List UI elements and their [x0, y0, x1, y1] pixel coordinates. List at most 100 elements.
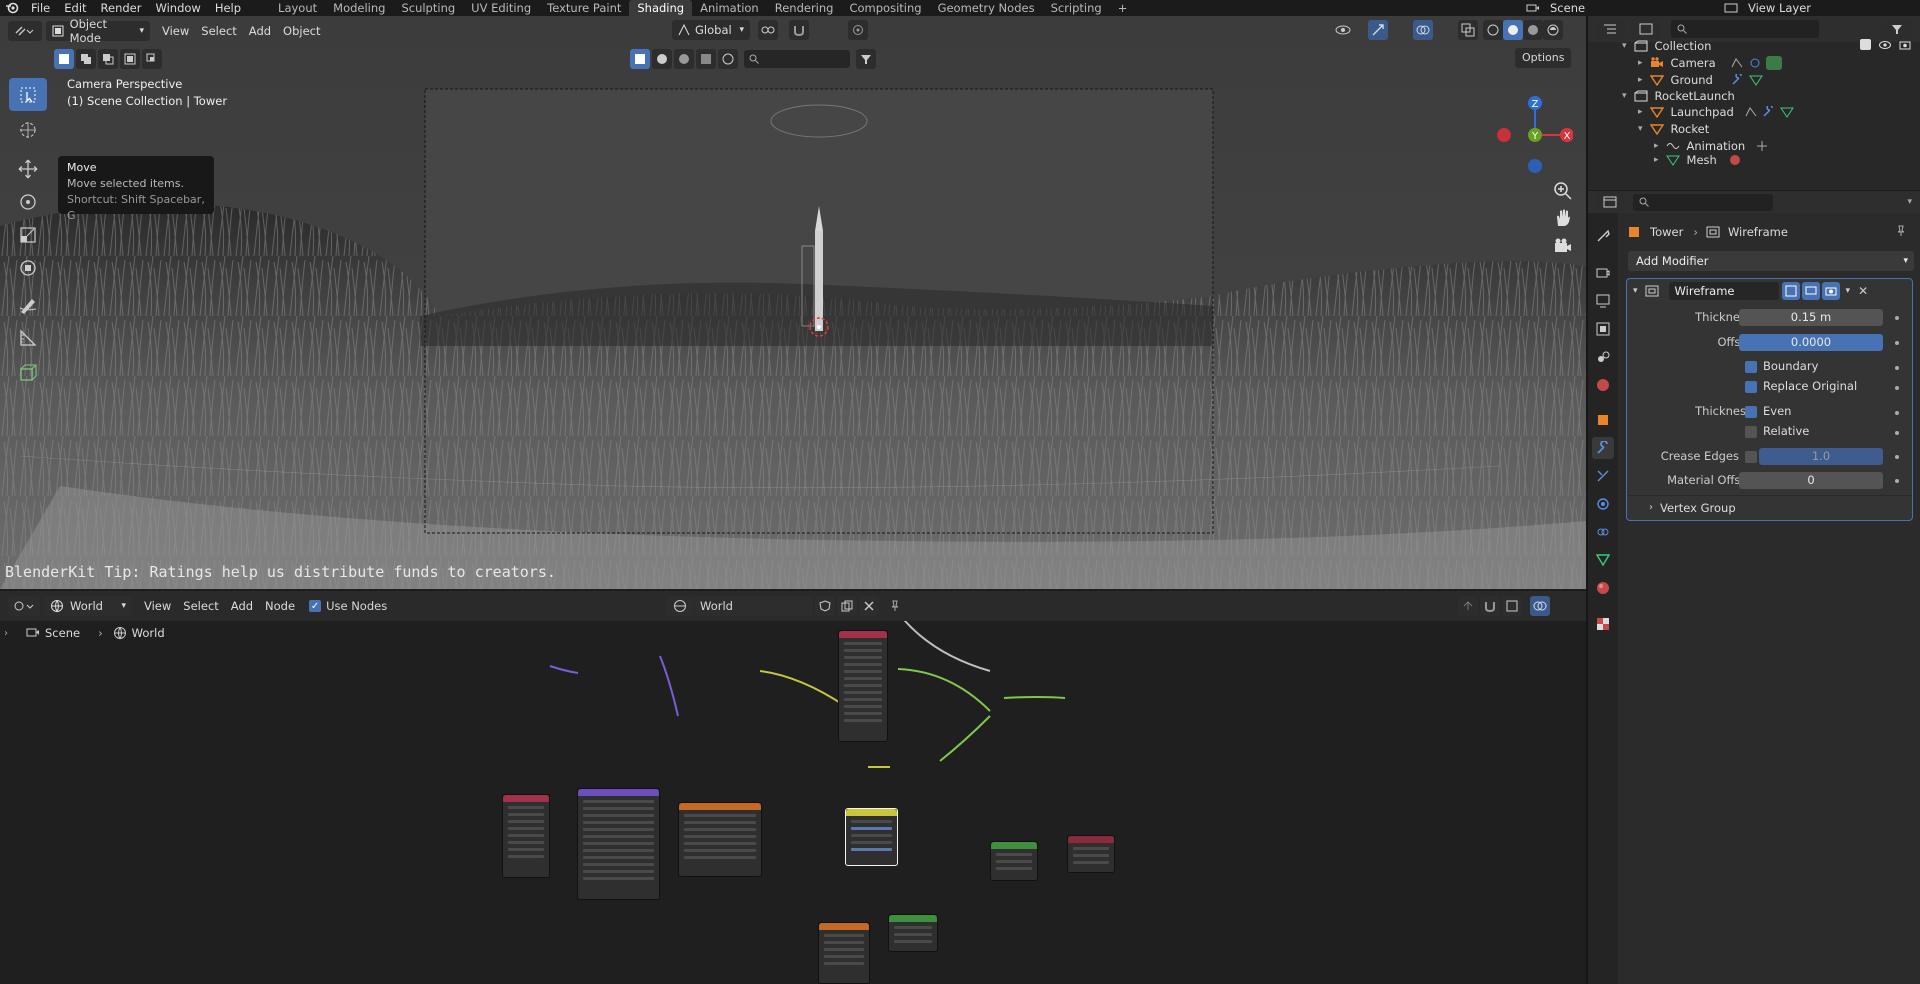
- tab-texture-paint[interactable]: Texture Paint: [539, 0, 629, 16]
- menu-help[interactable]: Help: [208, 0, 248, 16]
- keyframe-dot-icon[interactable]: [1895, 479, 1899, 483]
- tab-geometry-nodes[interactable]: Geometry Nodes: [930, 0, 1043, 16]
- menu-select[interactable]: Select: [201, 24, 236, 38]
- expand-arrow-icon[interactable]: ▾: [1622, 91, 1627, 101]
- menu-select[interactable]: Select: [183, 599, 218, 613]
- navigation-gizmo[interactable]: Z X Y: [1483, 76, 1573, 176]
- object-type-visibility-icon[interactable]: [630, 49, 650, 69]
- add-cube-tool-button[interactable]: [9, 356, 47, 389]
- expand-arrow-icon[interactable]: ▾: [1638, 124, 1643, 134]
- shader-type-selector[interactable]: World ▾: [44, 596, 132, 616]
- light-path-node[interactable]: [838, 630, 888, 742]
- scene-tab-icon[interactable]: [1592, 346, 1614, 368]
- rendered-shading-icon[interactable]: [1543, 20, 1563, 40]
- tab-rendering[interactable]: Rendering: [767, 0, 842, 16]
- world-browse-icon[interactable]: [666, 596, 694, 616]
- tab-compositing[interactable]: Compositing: [841, 0, 929, 16]
- expand-arrow-icon[interactable]: ▸: [1638, 75, 1643, 85]
- select-tool-button[interactable]: [9, 78, 47, 111]
- tool-tab-icon[interactable]: [1592, 225, 1614, 247]
- material-icon[interactable]: [674, 49, 694, 69]
- relative-checkbox[interactable]: [1745, 426, 1757, 438]
- transform-orientation-selector[interactable]: Global ▾: [672, 20, 750, 40]
- physics-tab-icon[interactable]: [1592, 493, 1614, 515]
- world-output-node[interactable]: [1067, 835, 1115, 873]
- thickness-field[interactable]: 0.15 m: [1739, 309, 1883, 326]
- properties-type-icon[interactable]: [1595, 192, 1625, 212]
- breadcrumb-world[interactable]: World: [132, 626, 165, 640]
- snap-target-icon[interactable]: [1502, 596, 1522, 616]
- world-icon[interactable]: [718, 49, 738, 69]
- tab-modeling[interactable]: Modeling: [325, 0, 393, 16]
- modifier-name-field[interactable]: Wireframe: [1668, 282, 1779, 300]
- exclude-checkbox[interactable]: [1860, 39, 1871, 50]
- menu-file[interactable]: File: [24, 0, 57, 16]
- mix-shader-node[interactable]: [990, 841, 1038, 881]
- keyframe-dot-icon[interactable]: [1895, 411, 1899, 415]
- crease-edges-checkbox[interactable]: [1745, 451, 1757, 463]
- cursor-tool-button[interactable]: [9, 113, 47, 146]
- data-tab-icon[interactable]: [1592, 549, 1614, 571]
- blender-logo-icon[interactable]: [0, 2, 24, 14]
- offset-field[interactable]: 0.0000: [1739, 334, 1883, 351]
- boundary-checkbox[interactable]: [1745, 361, 1757, 373]
- viewport-toggle-icon[interactable]: [1801, 282, 1820, 300]
- scale-tool-button[interactable]: [9, 218, 47, 251]
- keyframe-dot-icon[interactable]: [1895, 431, 1899, 435]
- tab-uv-editing[interactable]: UV Editing: [463, 0, 539, 16]
- select-invert-icon[interactable]: [120, 49, 140, 69]
- world-datablock[interactable]: World: [664, 596, 905, 616]
- menu-node[interactable]: Node: [265, 599, 295, 613]
- chevron-down-icon[interactable]: ▾: [1907, 197, 1912, 207]
- keyframe-dot-icon[interactable]: [1895, 316, 1899, 320]
- sphere-icon[interactable]: [652, 49, 672, 69]
- move-tool-button[interactable]: [9, 152, 47, 185]
- tab-shading[interactable]: Shading: [629, 0, 693, 16]
- texture-icon[interactable]: [696, 49, 716, 69]
- select-subtract-icon[interactable]: [98, 49, 118, 69]
- tab-sculpting[interactable]: Sculpting: [393, 0, 463, 16]
- viewport-search-input[interactable]: [744, 50, 850, 68]
- world-tab-icon[interactable]: [1592, 374, 1614, 396]
- menu-window[interactable]: Window: [148, 0, 207, 16]
- pin-icon[interactable]: [885, 596, 905, 616]
- zoom-icon[interactable]: [1553, 181, 1573, 201]
- hue-saturation-node[interactable]: [845, 808, 898, 866]
- duplicate-icon[interactable]: [837, 596, 857, 616]
- options-button[interactable]: Options: [1515, 48, 1572, 68]
- render-tab-icon[interactable]: [1592, 262, 1614, 284]
- visibility-icon[interactable]: [1333, 20, 1353, 40]
- editmode-toggle-icon[interactable]: [1781, 282, 1800, 300]
- menu-edit[interactable]: Edit: [57, 0, 93, 16]
- material-tab-icon[interactable]: [1592, 577, 1614, 599]
- proportional-edit-icon[interactable]: [848, 20, 868, 40]
- menu-render[interactable]: Render: [94, 0, 149, 16]
- 3d-viewport[interactable]: Camera Perspective (1) Scene Collection …: [0, 16, 1586, 589]
- mapping-node[interactable]: [577, 788, 660, 900]
- texture-coordinate-node[interactable]: [502, 794, 550, 878]
- editor-type-button[interactable]: [8, 20, 42, 41]
- keyframe-dot-icon[interactable]: [1895, 386, 1899, 390]
- viewport-scene[interactable]: [0, 16, 1586, 589]
- render-toggle-icon[interactable]: [1821, 282, 1840, 300]
- select-intersect-icon[interactable]: [142, 49, 162, 69]
- menu-add[interactable]: Add: [249, 24, 271, 38]
- rotate-tool-button[interactable]: [9, 185, 47, 218]
- scene-selector[interactable]: Scene: [1526, 0, 1585, 16]
- material-offset-field[interactable]: 0: [1739, 472, 1883, 489]
- eye-icon[interactable]: [1879, 40, 1891, 50]
- filter-icon[interactable]: [856, 49, 876, 69]
- mode-selector[interactable]: Object Mode ▾: [46, 17, 150, 45]
- snap-icon[interactable]: [789, 20, 809, 40]
- close-icon[interactable]: ✕: [1858, 284, 1868, 298]
- pan-hand-icon[interactable]: [1553, 208, 1573, 228]
- expand-arrow-icon[interactable]: ▸: [1654, 141, 1659, 151]
- outliner[interactable]: ▾ Collection ▸ Camera ▸ Ground ▾ RocketL…: [1588, 16, 1920, 190]
- pivot-point-icon[interactable]: [758, 20, 778, 40]
- pin-icon[interactable]: [1895, 225, 1907, 237]
- node-editor[interactable]: › Scene › World: [0, 591, 1586, 984]
- expand-arrow-icon[interactable]: ▸: [1638, 58, 1643, 68]
- texture-tab-icon[interactable]: [1592, 613, 1614, 635]
- node-editor-type-button[interactable]: [8, 596, 40, 616]
- output-tab-icon[interactable]: [1592, 290, 1614, 312]
